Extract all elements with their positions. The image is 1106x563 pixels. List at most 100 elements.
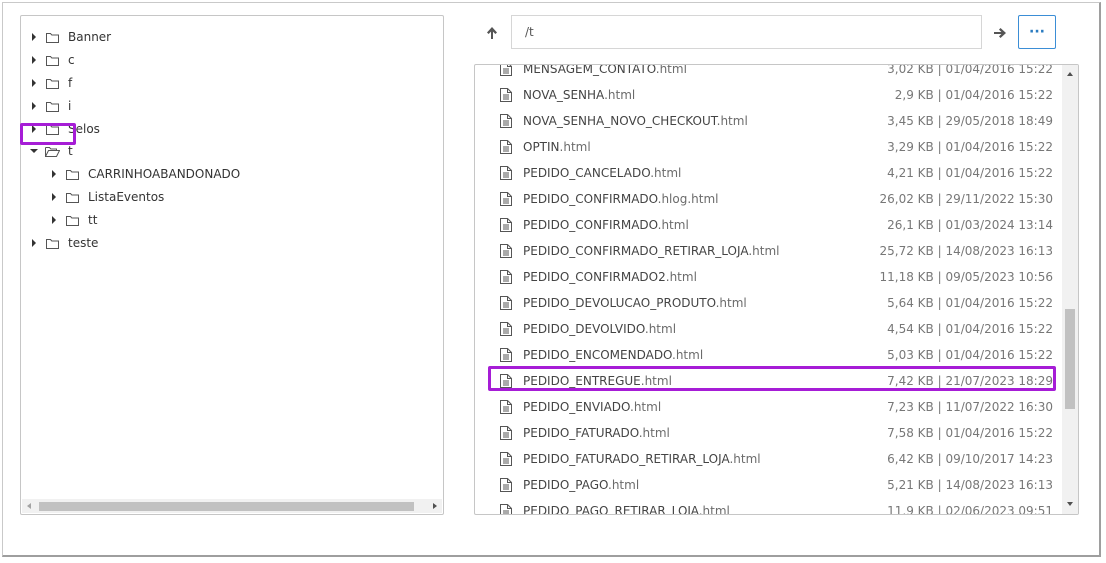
scroll-left-arrow-icon[interactable]	[27, 503, 31, 509]
tree-item-c[interactable]: c	[27, 50, 75, 70]
file-modified-date: 01/04/2016 15:22	[945, 426, 1053, 440]
file-row[interactable]: PEDIDO_DEVOLUCAO_PRODUTO.html 5,64 KB | 0…	[475, 290, 1061, 316]
file-name: PEDIDO_DEVOLUCAO_PRODUTO.html	[523, 296, 747, 310]
file-row[interactable]: PEDIDO_CONFIRMADO.html 26,1 KB | 01/03/20…	[475, 212, 1061, 238]
file-name: PEDIDO_ENVIADO.html	[523, 400, 661, 414]
file-size: 5,64 KB	[887, 296, 934, 310]
tree-item-tt[interactable]: tt	[47, 210, 97, 230]
caret-right-icon[interactable]	[27, 73, 41, 93]
file-meta: 11,9 KB | 02/06/2023 09:51	[887, 504, 1053, 515]
tree-item-i[interactable]: i	[27, 96, 71, 116]
file-size: 25,72 KB	[879, 244, 934, 258]
caret-right-icon[interactable]	[27, 50, 41, 70]
path-input[interactable]	[511, 15, 982, 49]
file-name-base: MENSAGEM_CONTATO	[523, 64, 656, 76]
file-list-panel: MENSAGEM_CONTATO .html 3,02 KB | 01/04/201…	[474, 64, 1079, 515]
tree-horizontal-scrollbar[interactable]	[22, 499, 442, 513]
file-size: 26,1 KB	[887, 218, 934, 232]
caret-right-icon[interactable]	[47, 187, 61, 207]
file-row[interactable]: PEDIDO_PAGO.html 5,21 KB | 14/08/2023 16:…	[475, 472, 1061, 498]
scroll-right-arrow-icon[interactable]	[433, 503, 437, 509]
file-extension: .html	[665, 270, 697, 284]
file-icon	[500, 244, 512, 258]
file-row[interactable]: PEDIDO_ENVIADO.html 7,23 KB | 11/07/2022 …	[475, 394, 1061, 420]
file-modified-date: 11/07/2022 16:30	[945, 400, 1053, 414]
tree-item-carrinhoabandonado[interactable]: CARRINHOABANDONADO	[47, 164, 240, 184]
file-size: 7,58 KB	[887, 426, 934, 440]
file-name-base: PEDIDO_CANCELADO	[523, 166, 651, 180]
caret-right-icon[interactable]	[27, 96, 41, 116]
file-row[interactable]: NOVA_SENHA_NOVO_CHECKOUT.html 3,45 KB | 2…	[475, 108, 1061, 134]
file-name-base: PEDIDO_FATURADO_RETIRAR_LOJA	[523, 452, 730, 466]
scrollbar-thumb[interactable]	[1065, 309, 1075, 409]
file-size: 3,02 KB	[887, 64, 934, 76]
folder-icon	[41, 27, 63, 47]
file-icon	[500, 504, 512, 514]
file-meta: 25,72 KB | 14/08/2023 16:13	[879, 244, 1053, 258]
file-modified-date: 01/04/2016 15:22	[945, 348, 1053, 362]
file-modified-date: 29/05/2018 18:49	[945, 114, 1053, 128]
file-size: 6,42 KB	[887, 452, 934, 466]
file-row[interactable]: PEDIDO_FATURADO_RETIRAR_LOJA.html 6,42 KB…	[475, 446, 1061, 472]
file-row[interactable]: PEDIDO_CONFIRMADO2.html 11,18 KB | 09/05/…	[475, 264, 1061, 290]
file-size: 5,03 KB	[887, 348, 934, 362]
file-name: PEDIDO_FATURADO_RETIRAR_LOJA.html	[523, 452, 761, 466]
file-extension: .html	[559, 140, 591, 154]
file-meta: 11,18 KB | 09/05/2023 10:56	[879, 270, 1053, 284]
tree-item-banner[interactable]: Banner	[27, 27, 111, 47]
caret-right-icon[interactable]	[47, 210, 61, 230]
file-row[interactable]: OPTIN.html 3,29 KB | 01/04/2016 15:22	[475, 134, 1061, 160]
file-icon	[500, 452, 512, 466]
file-extension: .hlog.html	[657, 192, 719, 206]
more-options-button[interactable]: ···	[1018, 15, 1056, 49]
file-extension: .html	[729, 452, 761, 466]
file-row[interactable]: MENSAGEM_CONTATO.html 3,02 KB | 01/04/201…	[475, 64, 1061, 82]
file-row[interactable]: PEDIDO_PAGO_RETIRAR_LOJA.html 11,9 KB | 0…	[475, 498, 1061, 515]
file-meta: 26,02 KB | 29/11/2022 15:30	[879, 192, 1053, 206]
file-name: OPTIN.html	[523, 140, 591, 154]
file-size: 26,02 KB	[879, 192, 934, 206]
file-name-base: PEDIDO_DEVOLUCAO_PRODUTO	[523, 296, 716, 310]
file-icon	[500, 88, 512, 102]
file-extension: .html	[650, 166, 682, 180]
tree-item-listaeventos[interactable]: ListaEventos	[47, 187, 164, 207]
file-row[interactable]: PEDIDO_CANCELADO.html 4,21 KB | 01/04/201…	[475, 160, 1061, 186]
caret-right-icon[interactable]	[27, 233, 41, 253]
file-name: PEDIDO_FATURADO.html	[523, 426, 670, 440]
caret-right-icon[interactable]	[27, 27, 41, 47]
go-button[interactable]	[989, 22, 1011, 44]
file-row[interactable]: PEDIDO_CONFIRMADO.hlog.html 26,02 KB | 29…	[475, 186, 1061, 212]
file-name-base: PEDIDO_CONFIRMADO2	[523, 270, 666, 284]
file-name: PEDIDO_CONFIRMADO.hlog.html	[523, 192, 719, 206]
meta-separator: |	[933, 140, 946, 154]
file-icon	[500, 218, 512, 232]
scrollbar-thumb[interactable]	[39, 502, 414, 511]
file-row[interactable]: NOVA_SENHA.html 2,9 KB | 01/04/2016 15:22	[475, 82, 1061, 108]
file-modified-date: 01/04/2016 15:22	[945, 296, 1053, 310]
file-size: 11,9 KB	[887, 504, 934, 515]
file-name-base: NOVA_SENHA_NOVO_CHECKOUT	[523, 114, 717, 128]
file-row[interactable]: PEDIDO_CONFIRMADO_RETIRAR_LOJA.html 25,72…	[475, 238, 1061, 264]
caret-right-icon[interactable]	[47, 164, 61, 184]
folder-icon	[61, 187, 83, 207]
file-meta: 4,54 KB | 01/04/2016 15:22	[887, 322, 1053, 336]
parent-folder-button[interactable]	[482, 22, 502, 44]
scroll-up-arrow-icon[interactable]	[1067, 72, 1073, 76]
file-row[interactable]: PEDIDO_FATURADO.html 7,58 KB | 01/04/2016…	[475, 420, 1061, 446]
file-name-base: PEDIDO_ENCOMENDADO	[523, 348, 673, 362]
file-name-base: PEDIDO_CONFIRMADO_RETIRAR_LOJA	[523, 244, 749, 258]
file-modified-date: 02/06/2023 09:51	[945, 504, 1053, 515]
file-row[interactable]: PEDIDO_DEVOLVIDO.html 4,54 KB | 01/04/201…	[475, 316, 1061, 342]
meta-separator: |	[933, 478, 946, 492]
tree-item-label: Banner	[68, 30, 112, 44]
tree-item-label: t	[68, 144, 73, 158]
file-meta: 7,58 KB | 01/04/2016 15:22	[887, 426, 1053, 440]
file-row[interactable]: PEDIDO_ENCOMENDADO.html 5,03 KB | 01/04/2…	[475, 342, 1061, 368]
scroll-down-arrow-icon[interactable]	[1067, 502, 1073, 506]
file-size: 7,23 KB	[887, 400, 934, 414]
tree-item-f[interactable]: f	[27, 73, 72, 93]
folder-icon	[41, 233, 63, 253]
tree-item-teste[interactable]: teste	[27, 233, 98, 253]
file-list-vertical-scrollbar[interactable]	[1062, 65, 1078, 514]
file-extension: .html	[630, 400, 662, 414]
